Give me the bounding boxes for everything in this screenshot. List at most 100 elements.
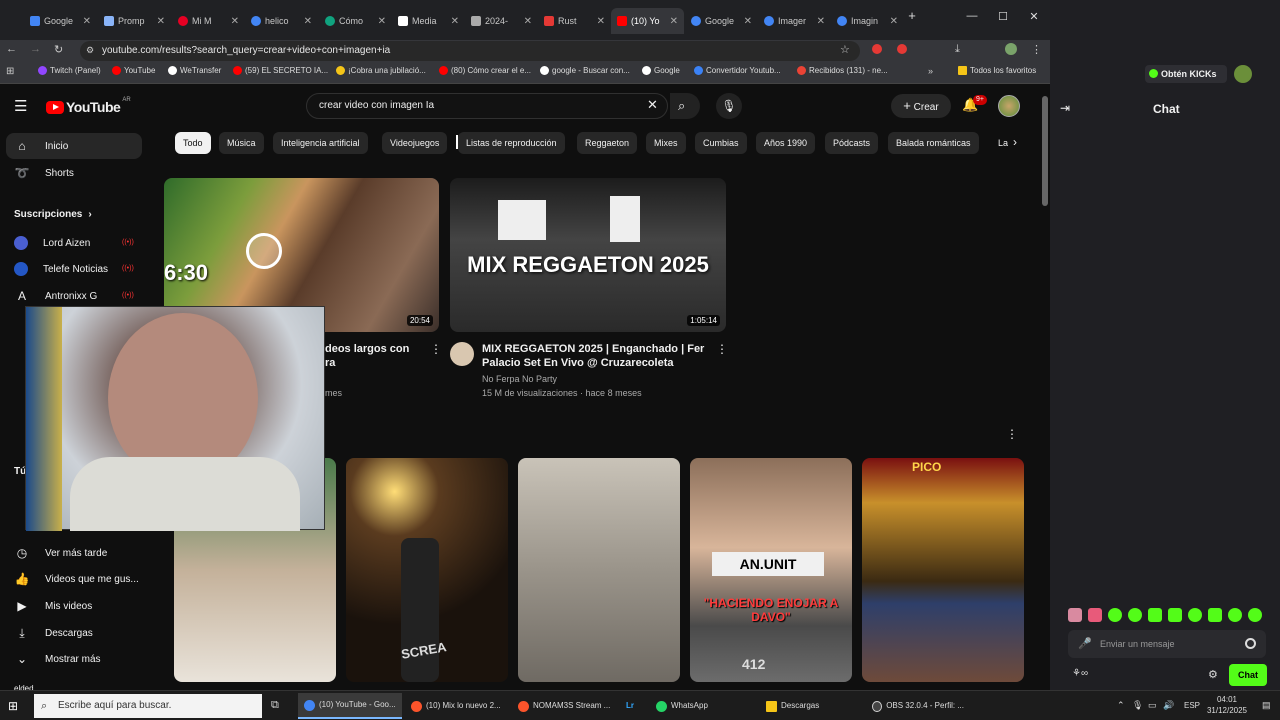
taskbar-app-brave-2[interactable]: NOMAM3S Stream ...: [512, 693, 618, 719]
tab-7[interactable]: Rust ✕: [538, 8, 611, 34]
volume-icon[interactable]: 🔊: [1163, 700, 1174, 711]
bookmark-item[interactable]: Twitch (Panel): [38, 66, 101, 75]
chip-mixes[interactable]: Mixes: [646, 132, 686, 154]
notification-center-icon[interactable]: ▤: [1262, 700, 1271, 711]
minimize-icon[interactable]: —: [964, 10, 980, 22]
page-scrollbar-thumb[interactable]: [1042, 96, 1048, 206]
forward-icon[interactable]: →: [30, 43, 41, 55]
url-field[interactable]: youtube.com/results?search_query=crear+v…: [80, 41, 860, 61]
reload-icon[interactable]: ↻: [54, 43, 63, 56]
tab-0[interactable]: Google ✕: [24, 8, 97, 34]
channel-avatar[interactable]: [450, 342, 474, 366]
emote-icon[interactable]: [1148, 608, 1162, 622]
tab-1[interactable]: Promp ✕: [98, 8, 171, 34]
windows-start-icon[interactable]: ⊞: [8, 699, 18, 713]
close-icon[interactable]: ✕: [304, 16, 312, 27]
chip-reggaeton[interactable]: Reggaeton: [577, 132, 638, 154]
bookmark-item[interactable]: ¡Cobra una jubilació...: [336, 66, 426, 75]
chat-message-input[interactable]: Enviar un mensaje: [1068, 630, 1266, 658]
video-menu-icon[interactable]: ⋮: [430, 342, 442, 356]
sidebar-item-watch-later[interactable]: ◷ Ver más tarde: [14, 546, 108, 560]
clock-time[interactable]: 04:01: [1212, 695, 1242, 704]
chat-send-button[interactable]: Chat: [1229, 664, 1267, 686]
taskbar-app-chrome[interactable]: (10) YouTube - Goo...: [298, 693, 402, 719]
emote-icon[interactable]: [1088, 608, 1102, 622]
sidebar-item-shorts[interactable]: ➰ Shorts: [14, 166, 74, 180]
tab-11[interactable]: Imagin ✕: [831, 8, 904, 34]
maximize-icon[interactable]: ☐: [995, 10, 1011, 23]
short-thumbnail[interactable]: SCREA: [346, 458, 508, 682]
hamburger-menu-icon[interactable]: ☰: [14, 97, 27, 115]
emoji-icon[interactable]: [1245, 638, 1256, 649]
short-thumbnail[interactable]: PICO: [862, 458, 1024, 682]
chip-anos-1990[interactable]: Años 1990: [756, 132, 816, 154]
sidebar-item-my-videos[interactable]: ▶ Mis videos: [14, 599, 92, 613]
taskbar-search[interactable]: ⌕ Escribe aquí para buscar.: [34, 694, 262, 718]
bookmark-item[interactable]: WeTransfer: [168, 66, 221, 75]
sidebar-item-telefe[interactable]: Telefe Noticias: [14, 262, 108, 276]
chip-cumbias[interactable]: Cumbias: [695, 132, 747, 154]
emote-icon[interactable]: [1188, 608, 1202, 622]
emote-icon[interactable]: [1068, 608, 1082, 622]
microphone-icon[interactable]: 🎤: [1078, 637, 1092, 650]
tab-9[interactable]: Google ✕: [685, 8, 758, 34]
short-thumbnail[interactable]: AN.UNIT "HACIENDO ENOJAR A DAVO" 412: [690, 458, 852, 682]
tab-3[interactable]: helico ✕: [245, 8, 318, 34]
menu-icon[interactable]: ⋮: [1031, 43, 1042, 56]
emote-icon[interactable]: [1208, 608, 1222, 622]
emote-strip[interactable]: [1068, 608, 1266, 624]
close-icon[interactable]: ✕: [451, 16, 459, 27]
input-language[interactable]: ESP: [1184, 701, 1200, 710]
video-title-partial[interactable]: deos largos con: [325, 342, 409, 356]
bookmark-item[interactable]: google - Buscar con...: [540, 66, 630, 75]
tray-mic-icon[interactable]: 🎙: [1132, 700, 1143, 711]
close-icon[interactable]: ✕: [378, 16, 386, 27]
bookmark-star-icon[interactable]: ☆: [840, 43, 850, 56]
clear-search-icon[interactable]: ✕: [647, 97, 658, 113]
extension-icon[interactable]: [897, 44, 907, 54]
search-button[interactable]: ⌕: [670, 93, 700, 119]
bookmark-item[interactable]: Convertidor Youtub...: [694, 66, 781, 75]
chip-listas[interactable]: Listas de reproducción: [458, 132, 565, 154]
back-icon[interactable]: ←: [6, 43, 17, 55]
emote-icon[interactable]: [1128, 608, 1142, 622]
taskbar-app-obs[interactable]: OBS 32.0.4 - Perfil: ...: [866, 693, 970, 719]
youtube-logo[interactable]: YouTube AR: [46, 97, 131, 115]
sidebar-item-liked[interactable]: 👍 Videos que me gus...: [14, 572, 139, 586]
sidebar-item-inicio[interactable]: ⌂ Inicio: [14, 139, 68, 153]
close-icon[interactable]: ✕: [524, 16, 532, 27]
video-title-partial[interactable]: ra: [325, 356, 335, 370]
site-info-icon[interactable]: ⚙: [86, 45, 94, 56]
emote-icon[interactable]: [1248, 608, 1262, 622]
network-icon[interactable]: ▭: [1148, 700, 1157, 711]
shelf-menu-icon[interactable]: ⋮: [1006, 427, 1018, 441]
close-icon[interactable]: ✕: [890, 16, 898, 27]
tab-6[interactable]: 2024- ✕: [465, 8, 538, 34]
channel-name[interactable]: No Ferpa No Party: [482, 372, 557, 386]
more-bookmarks-icon[interactable]: »: [928, 66, 933, 76]
close-icon[interactable]: ✕: [157, 16, 165, 27]
sidebar-item-show-more[interactable]: ⌄ Mostrar más: [14, 652, 101, 666]
bookmark-item[interactable]: YouTube: [112, 66, 155, 75]
tab-5[interactable]: Media ✕: [392, 8, 465, 34]
tab-2[interactable]: Mi M ✕: [172, 8, 245, 34]
account-avatar[interactable]: [998, 95, 1020, 117]
all-bookmarks-folder[interactable]: Todos los favoritos: [958, 66, 1036, 75]
chip-musica[interactable]: Música: [219, 132, 264, 154]
video-thumbnail[interactable]: MIX REGGAETON 2025 1:05:14: [450, 178, 726, 332]
taskbar-app-brave[interactable]: (10) Mix lo nuevo 2...: [405, 693, 509, 719]
sidebar-item-antronixx[interactable]: A Antronixx G: [14, 289, 97, 303]
download-icon[interactable]: ⤓: [955, 43, 960, 56]
close-icon[interactable]: ✕: [670, 16, 678, 27]
task-view-icon[interactable]: ⧉: [271, 699, 279, 712]
bookmark-item[interactable]: (80) Cómo crear el e...: [439, 66, 531, 75]
create-button[interactable]: + Crear: [891, 94, 951, 118]
video-title[interactable]: MIX REGGAETON 2025 | Enganchado | Fer Pa…: [482, 342, 707, 370]
collapse-chat-icon[interactable]: ⇥: [1060, 101, 1070, 115]
close-icon[interactable]: ✕: [817, 16, 825, 27]
apps-grid-icon[interactable]: ⊞: [6, 66, 14, 77]
bookmark-item[interactable]: Recibidos (131) - ne...: [797, 66, 888, 75]
emote-icon[interactable]: [1108, 608, 1122, 622]
close-icon[interactable]: ✕: [83, 16, 91, 27]
bookmark-item[interactable]: Google: [642, 66, 680, 75]
